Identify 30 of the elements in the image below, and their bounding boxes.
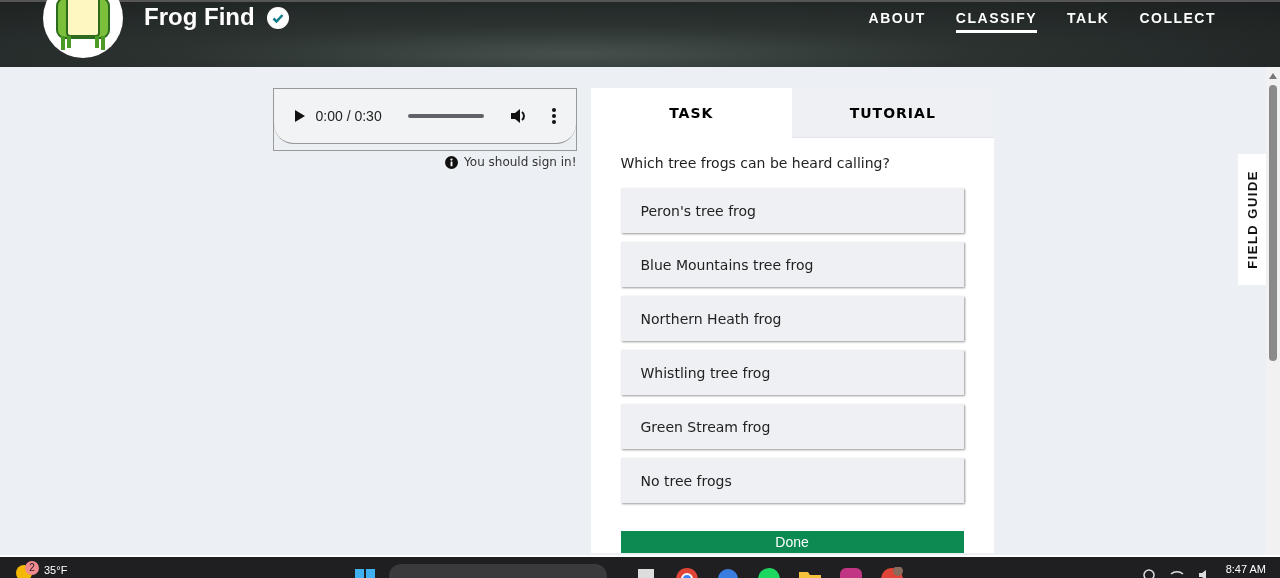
seek-bar[interactable]	[407, 114, 484, 118]
done-button[interactable]: Done	[620, 531, 964, 553]
answer-option[interactable]: Northern Heath frog	[620, 296, 964, 341]
scrollbar[interactable]	[1266, 67, 1280, 555]
nav-link[interactable]: ABOUT	[868, 10, 926, 33]
answer-option[interactable]: Green Stream frog	[620, 404, 964, 449]
answer-option[interactable]: Peron's tree frog	[620, 188, 964, 233]
wifi-icon[interactable]	[1169, 568, 1184, 578]
volume-icon[interactable]	[509, 108, 528, 124]
clock[interactable]: 8:47 AM	[1225, 563, 1266, 575]
temperature: 35°F	[44, 564, 68, 576]
nav-link[interactable]: CLASSIFY	[955, 10, 1038, 33]
info-icon	[445, 155, 459, 169]
project-title: Frog Find	[144, 2, 255, 32]
frog-logo[interactable]	[43, 0, 123, 58]
nav-link[interactable]: COLLECT	[1139, 10, 1216, 33]
answer-option[interactable]: Whistling tree frog	[620, 350, 964, 395]
answer-option[interactable]: Blue Mountains tree frog	[620, 242, 964, 287]
play-icon[interactable]	[293, 109, 306, 123]
panel-tab[interactable]: TUTORIAL	[792, 88, 994, 138]
notification-badge: 2	[25, 561, 39, 575]
audio-time: 0:00 / 0:30	[315, 108, 382, 124]
nav-link[interactable]: TALK	[1067, 10, 1110, 33]
task-question: Which tree frogs can be heard calling?	[620, 155, 891, 171]
more-options-icon[interactable]	[551, 108, 556, 124]
field-guide-tab[interactable]: FIELD GUIDE	[1238, 154, 1266, 285]
scroll-up-icon[interactable]	[1269, 73, 1277, 79]
answer-option[interactable]: No tree frogs	[620, 458, 964, 503]
verified-icon	[266, 7, 289, 29]
sign-in-notice: You should sign in!	[464, 155, 577, 169]
